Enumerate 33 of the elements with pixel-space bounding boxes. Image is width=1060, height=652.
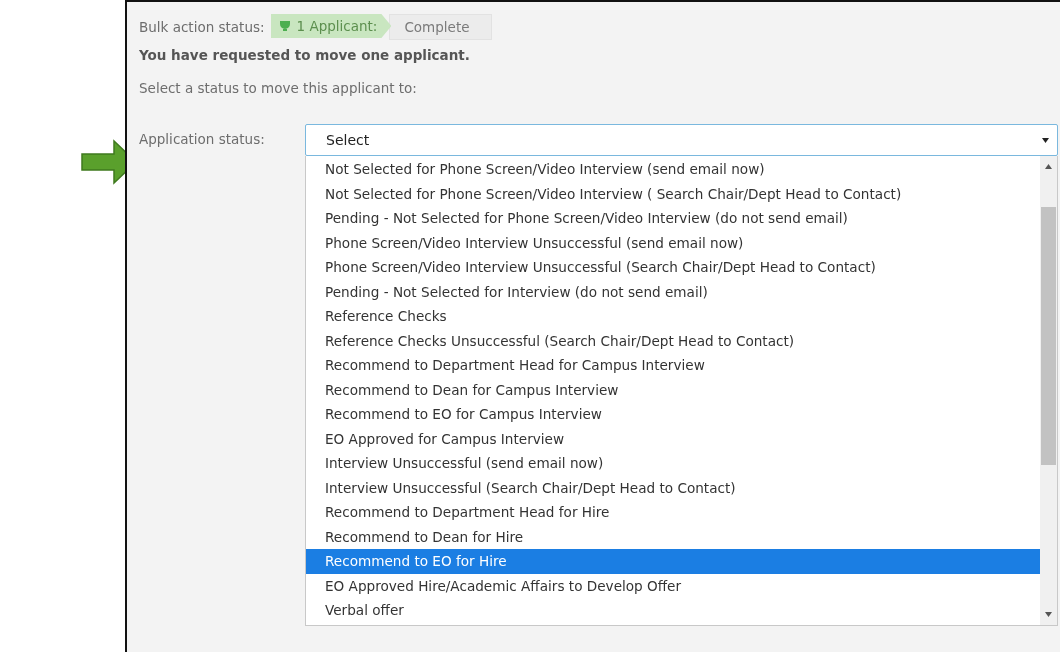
status-option[interactable]: Recommend to EO for Campus Interview [306, 402, 1040, 427]
trophy-icon [278, 20, 291, 32]
scroll-up-icon[interactable] [1045, 164, 1052, 169]
scrollbar[interactable] [1040, 156, 1057, 625]
status-option[interactable]: Reference Checks [306, 304, 1040, 329]
status-option[interactable]: Not Selected for Phone Screen/Video Interview (send email now) [306, 157, 1040, 182]
status-option[interactable]: EO Approved Hire/Academic Affairs to Develop Offer [306, 573, 1040, 598]
application-status-label: Application status: [139, 131, 266, 147]
scroll-thumb[interactable] [1041, 207, 1056, 465]
status-option[interactable]: Phone Screen/Video Interview Unsuccessful (send email now) [306, 230, 1040, 255]
status-option[interactable]: Not Selected for Phone Screen/Video Interview ( Search Chair/Dept Head to Contact) [306, 181, 1040, 206]
select-value: Select [326, 132, 370, 148]
status-option[interactable]: Phone Screen/Video Interview Unsuccessful (Search Chair/Dept Head to Contact) [306, 255, 1040, 280]
status-option[interactable]: Reference Checks Unsuccessful (Search Chair/Dept Head to Contact) [306, 328, 1040, 353]
status-option[interactable]: Recommend to Department Head for Hire [306, 500, 1040, 525]
status-option[interactable]: Recommend to Dean for Campus Interview [306, 377, 1040, 402]
completed-step: 1 Applicant: [270, 14, 392, 38]
status-option[interactable]: EO Approved for Campus Interview [306, 426, 1040, 451]
status-select[interactable]: Select [305, 124, 1058, 156]
status-option[interactable]: Verbal offer [306, 598, 1040, 623]
dropdown-caret-icon [1042, 137, 1049, 143]
status-option[interactable]: Pending - Not Selected for Phone Screen/Video Interview (do not send email) [306, 206, 1040, 231]
status-option[interactable]: Recommend to Dean for Hire [306, 524, 1040, 549]
status-option[interactable]: Interview Unsuccessful (send email now) [306, 451, 1040, 476]
status-option[interactable]: Recommend to Department Head for Campus Interview [306, 353, 1040, 378]
status-step: Complete [389, 14, 493, 40]
request-message: You have requested to move one applicant. [139, 47, 471, 63]
status-option[interactable]: Recommend to EO for Hire [306, 549, 1040, 574]
scroll-down-icon[interactable] [1045, 612, 1052, 617]
status-option[interactable]: Pending - Not Selected for Interview (do not send email) [306, 279, 1040, 304]
status-option[interactable]: Interview Unsuccessful (Search Chair/Dept Head to Contact) [306, 475, 1040, 500]
bulk-status-label: Bulk action status: [139, 19, 265, 35]
instruction-text: Select a status to move this applicant to: [139, 80, 418, 96]
